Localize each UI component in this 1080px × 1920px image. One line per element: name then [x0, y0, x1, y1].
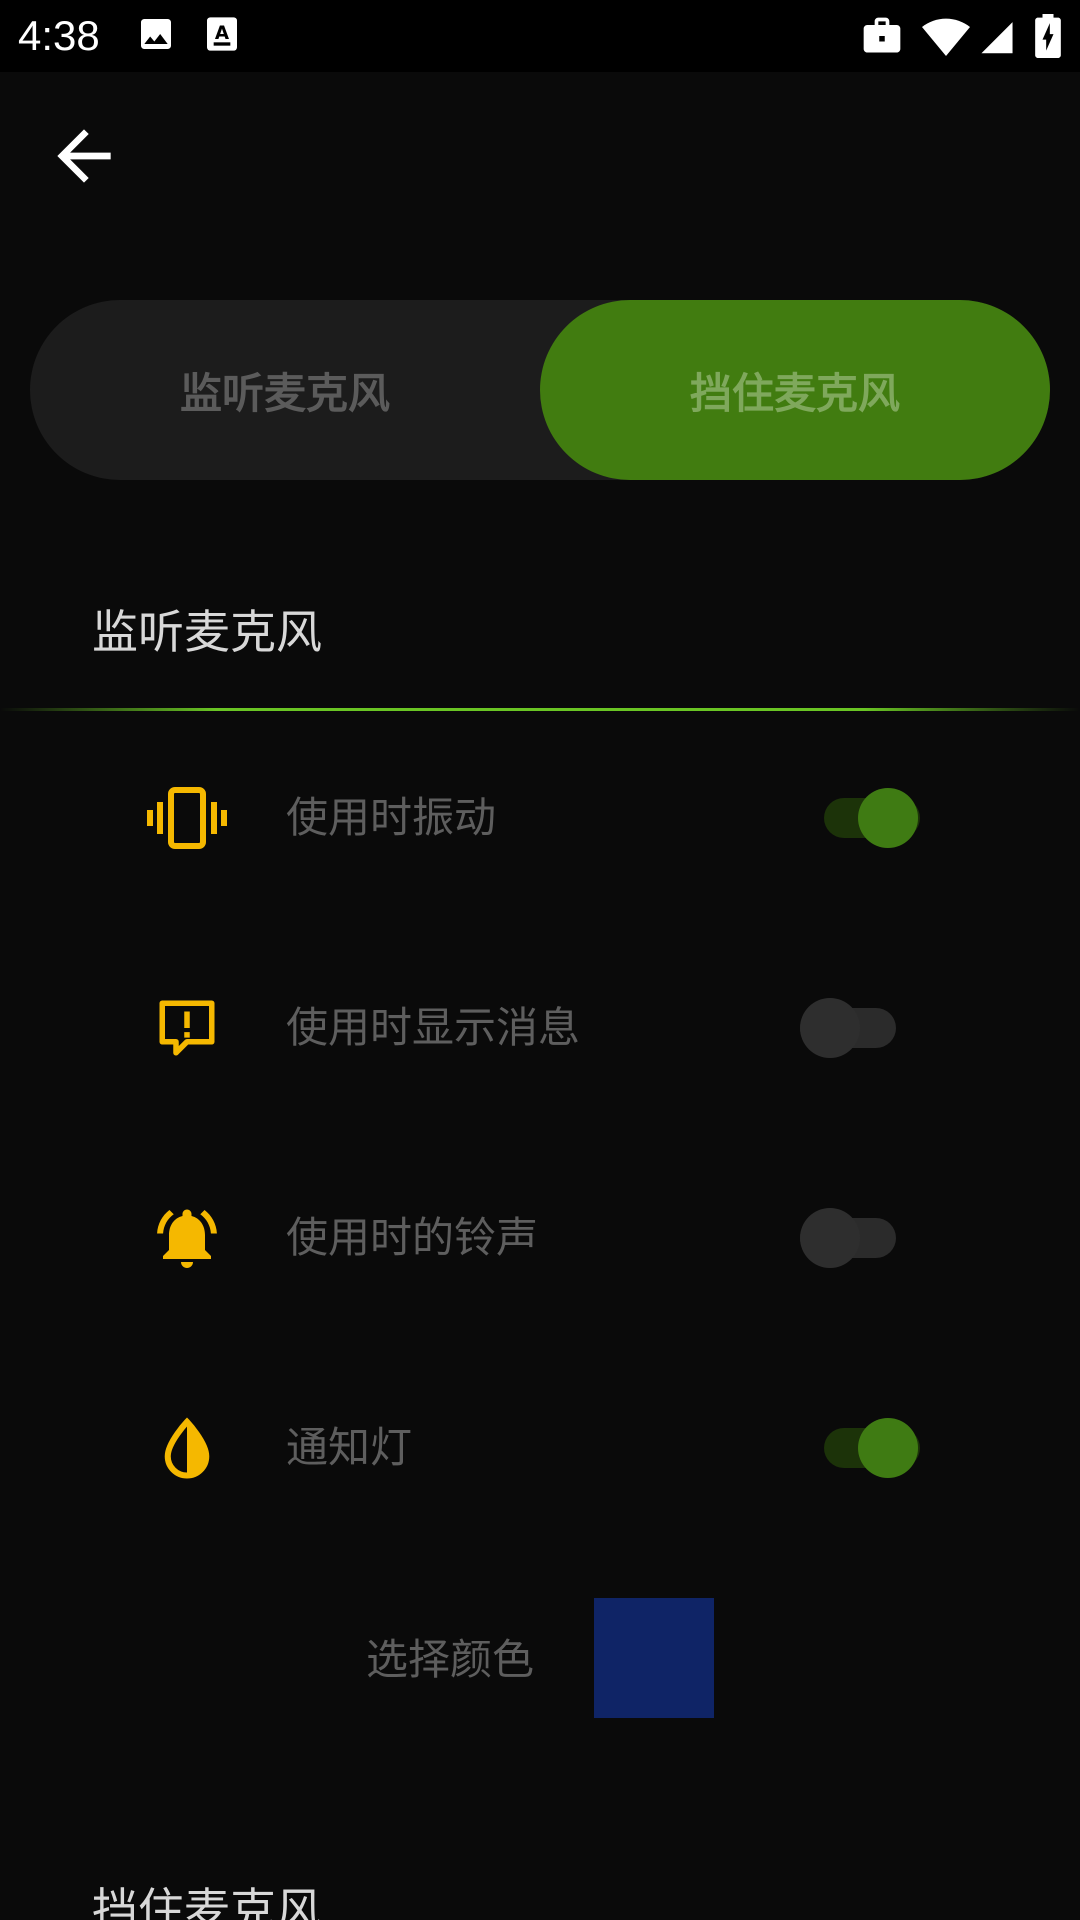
tab-block-microphone[interactable]: 挡住麦克风 — [540, 300, 1050, 480]
setting-label: 使用时的铃声 — [286, 1213, 539, 1262]
svg-text:A: A — [215, 23, 230, 44]
back-button[interactable] — [44, 116, 124, 196]
image-icon — [136, 14, 176, 58]
setting-label: 使用时振动 — [286, 793, 497, 842]
briefcase-icon — [860, 14, 904, 62]
section-divider — [0, 708, 1080, 711]
ringtone-switch[interactable] — [800, 1208, 930, 1268]
status-time: 4:38 — [18, 12, 100, 59]
show-message-switch[interactable] — [800, 998, 930, 1058]
setting-label: 通知灯 — [286, 1423, 413, 1472]
section-title: 监听麦克风 — [92, 605, 322, 659]
bell-ringing-icon — [142, 1203, 232, 1273]
signal-icon — [978, 14, 1016, 62]
switch-thumb — [858, 788, 918, 848]
battery-charging-icon — [1034, 14, 1062, 62]
message-alert-icon — [142, 993, 232, 1063]
setting-row-show-message[interactable]: 使用时显示消息 — [0, 963, 1080, 1093]
switch-thumb — [800, 1208, 860, 1268]
choose-color-label: 选择颜色 — [366, 1635, 535, 1684]
status-bar: 4:38 A — [0, 0, 1080, 72]
tab-label: 挡住麦克风 — [689, 368, 900, 418]
color-swatch[interactable] — [594, 1598, 714, 1718]
tab-listen-microphone[interactable]: 监听麦克风 — [30, 300, 540, 480]
mode-tabs: 监听麦克风 挡住麦克风 — [30, 300, 1050, 480]
wifi-icon — [922, 14, 970, 62]
setting-label: 使用时显示消息 — [286, 1003, 581, 1052]
switch-thumb — [858, 1418, 918, 1478]
light-drop-icon — [142, 1413, 232, 1483]
next-section-title: 挡住麦克风 — [92, 1883, 322, 1920]
setting-row-notification-light[interactable]: 通知灯 — [0, 1383, 1080, 1513]
font-download-icon: A — [202, 14, 242, 58]
notification-light-switch[interactable] — [800, 1418, 930, 1478]
vibrate-switch[interactable] — [800, 788, 930, 848]
switch-thumb — [800, 998, 860, 1058]
setting-row-vibrate[interactable]: 使用时振动 — [0, 753, 1080, 883]
setting-row-ringtone[interactable]: 使用时的铃声 — [0, 1173, 1080, 1303]
arrow-back-icon — [57, 129, 111, 183]
tab-label: 监听麦克风 — [179, 368, 390, 418]
vibration-icon — [142, 783, 232, 853]
screen: 4:38 A 监听麦克风 挡住麦克风 监听麦克风 使用时振动 使用时显示消息 使… — [0, 0, 1080, 1920]
